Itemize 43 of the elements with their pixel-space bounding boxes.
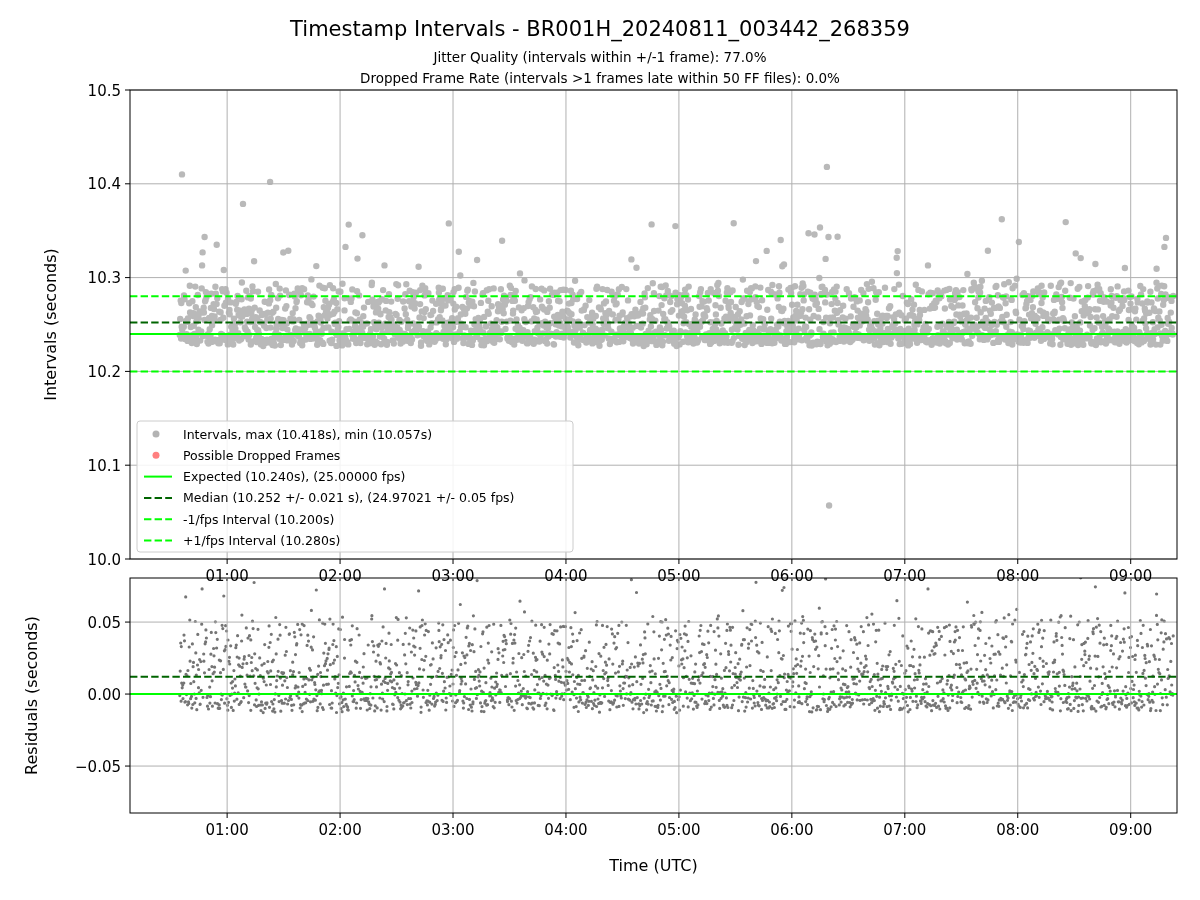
x-tick-label: 06:00 bbox=[770, 567, 814, 585]
x-tick-label: 07:00 bbox=[883, 567, 927, 585]
legend-line-icon bbox=[143, 475, 173, 478]
x-tick-label: 01:00 bbox=[205, 821, 249, 839]
x-tick-label: 02:00 bbox=[318, 567, 362, 585]
x-tick-label: 06:00 bbox=[770, 821, 814, 839]
y-tick-label: 10.4 bbox=[87, 175, 121, 194]
y-tick-label: −0.05 bbox=[75, 757, 121, 776]
x-tick-label: 07:00 bbox=[883, 821, 927, 839]
x-tick-label: 05:00 bbox=[657, 567, 701, 585]
legend-line-icon bbox=[143, 539, 173, 542]
legend-line-icon bbox=[143, 496, 173, 499]
legend-label: Median (10.252 +/- 0.021 s), (24.97021 +/- 0.05 fps) bbox=[183, 490, 515, 506]
chart-subtitle: Jitter Quality (intervals within +/-1 frame): 77.0% bbox=[433, 49, 767, 65]
y-tick-label: 0.00 bbox=[87, 685, 121, 704]
y-tick-label: 10.5 bbox=[87, 81, 121, 100]
chart-subtitle: Dropped Frame Rate (intervals >1 frames late within 50 FF files): 0.0% bbox=[360, 70, 840, 86]
y-tick-label: 10.2 bbox=[87, 362, 121, 381]
axis-label: Intervals (seconds) bbox=[41, 248, 60, 401]
legend-line-icon bbox=[143, 518, 173, 521]
x-tick-label: 03:00 bbox=[431, 821, 475, 839]
y-tick-label: 10.1 bbox=[87, 456, 121, 475]
x-tick-label: 01:00 bbox=[205, 567, 249, 585]
legend-label: -1/fps Interval (10.200s) bbox=[183, 511, 335, 527]
x-tick-label: 05:00 bbox=[657, 821, 701, 839]
x-tick-label: 08:00 bbox=[996, 821, 1040, 839]
legend-label: +1/fps Interval (10.280s) bbox=[183, 533, 341, 548]
chart-title: Timestamp Intervals - BR001H_20240811_003442_268359 bbox=[290, 17, 910, 41]
y-tick-label: 10.3 bbox=[87, 269, 121, 288]
axis-label: Residuals (seconds) bbox=[22, 616, 41, 775]
legend-label: Intervals, max (10.418s), min (10.057s) bbox=[183, 426, 433, 442]
x-tick-label: 04:00 bbox=[544, 821, 588, 839]
x-tick-label: 09:00 bbox=[1109, 567, 1153, 585]
axis-label: Time (UTC) bbox=[609, 856, 698, 875]
x-tick-label: 02:00 bbox=[318, 821, 362, 839]
legend-label: Expected (10.240s), (25.00000 fps) bbox=[183, 469, 406, 485]
y-tick-label: 0.05 bbox=[87, 613, 121, 632]
x-tick-label: 09:00 bbox=[1109, 821, 1153, 839]
legend-label: Possible Dropped Frames bbox=[183, 447, 341, 463]
y-tick-label: 10.0 bbox=[87, 550, 121, 569]
x-tick-label: 04:00 bbox=[544, 567, 588, 585]
x-tick-label: 03:00 bbox=[431, 567, 475, 585]
x-tick-label: 08:00 bbox=[996, 567, 1040, 585]
